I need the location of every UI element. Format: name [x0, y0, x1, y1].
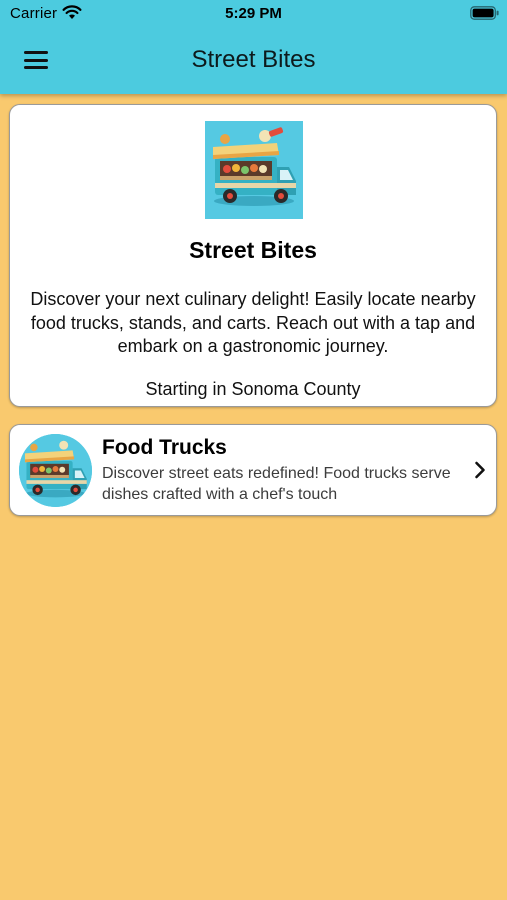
food-truck-illustration: [205, 121, 303, 219]
nav-title: Street Bites: [191, 46, 316, 73]
intro-title: Street Bites: [189, 237, 317, 263]
category-description: Discover street eats redefined! Food tru…: [102, 465, 451, 503]
chevron-right-icon: [474, 461, 486, 479]
battery-icon: [470, 6, 500, 20]
intro-description: Discover your next culinary delight! Eas…: [30, 289, 476, 356]
top-bar: Carrier 5:29 PM Street Bites: [0, 0, 507, 94]
intro-location: Starting in Sonoma County: [145, 379, 361, 399]
category-title: Food Trucks: [102, 436, 227, 459]
food-truck-thumbnail: [19, 434, 92, 507]
status-time: 5:29 PM: [225, 5, 282, 22]
intro-card: Street Bites Discover your next culinary…: [9, 104, 497, 407]
category-food-trucks[interactable]: Food Trucks Discover street eats redefin…: [9, 424, 497, 516]
